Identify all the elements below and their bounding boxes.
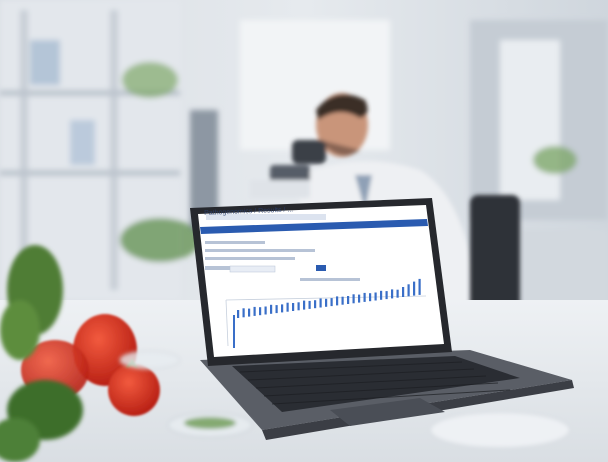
screen-chart-bar [259,307,262,316]
screen-chart-bar [396,289,399,298]
screen-chart-bar [363,292,366,302]
screen-chart-bar [407,284,410,297]
tomato [108,364,160,416]
screen-chart-bar [369,293,372,302]
screen-chart-bar [418,278,421,295]
screen-chart-bar [374,292,377,301]
screen-chart-bar [319,298,322,308]
screen-chart-bar [286,302,289,312]
screen-chart-bar [297,302,300,311]
screen-chart-bar [237,310,240,318]
screen-chart-bar [380,290,383,300]
photo-scene: Pathogenomics / Results / ... [0,0,608,462]
screen-chart-bar [253,306,256,316]
screen-chart-bar [303,300,306,310]
screen-chart-bar [336,296,339,306]
screen-chart-bar [248,308,251,317]
screen-chart-bar [275,305,278,314]
screen-chart-bar [402,287,405,297]
screen-chart-bar [413,281,416,296]
screen-chart-bar [314,300,317,309]
screen-chart-bar [292,303,295,311]
screen-chart-bar [281,304,284,313]
screen-chart-bar [270,304,273,314]
screen-chart-bar [358,294,361,303]
screen-chart-bar [341,296,344,305]
screen-chart-bar [347,296,350,304]
screen-chart-bar [391,289,394,299]
screen-chart-bar [242,308,245,318]
photo-illustration [0,0,608,462]
screen-chart-bar [325,298,328,307]
screen-chart-bar [330,298,333,307]
screen-chart-bar [308,300,311,309]
screen-chart-bar [385,291,388,300]
screen-chart-bar [352,294,355,304]
screen-chart-bar [264,306,267,315]
